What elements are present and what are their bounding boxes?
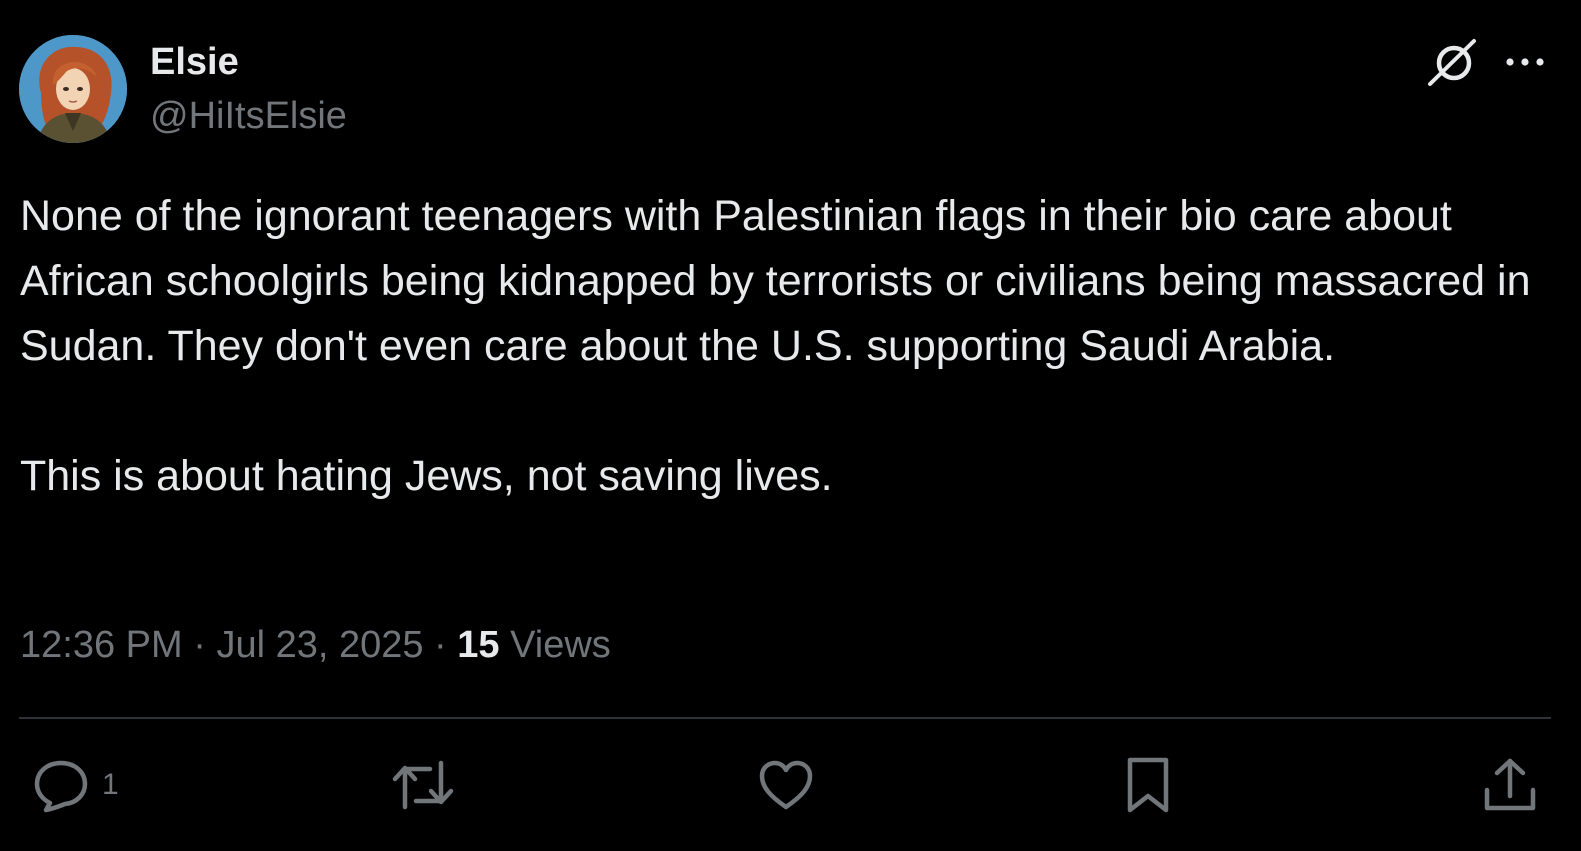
views-count: 15 [457, 624, 500, 666]
reply-button[interactable]: 1 [32, 755, 119, 815]
grok-icon[interactable] [1426, 38, 1480, 88]
avatar[interactable] [19, 35, 127, 143]
reply-count: 1 [102, 768, 119, 801]
tweet-time[interactable]: 12:36 PM [20, 624, 183, 666]
retweet-button[interactable] [392, 755, 454, 815]
avatar-image [19, 35, 127, 143]
like-button[interactable] [758, 755, 814, 815]
reply-icon [34, 760, 88, 813]
bookmark-button[interactable] [1124, 755, 1172, 815]
author-handle[interactable]: @HiItsElsie [150, 94, 347, 138]
more-icon[interactable] [1503, 50, 1547, 74]
like-icon [759, 760, 813, 810]
meta-separator: · [182, 624, 217, 666]
meta-separator: · [423, 624, 458, 666]
divider [19, 717, 1551, 719]
share-icon [1484, 758, 1536, 811]
tweet-text: None of the ignorant teenagers with Pale… [20, 192, 1531, 500]
tweet-meta: 12:36 PM · Jul 23, 2025 · 15 Views [20, 620, 611, 670]
author-display-name[interactable]: Elsie [150, 40, 239, 84]
share-button[interactable] [1482, 755, 1538, 815]
bookmark-icon [1127, 757, 1169, 813]
tweet-date[interactable]: Jul 23, 2025 [216, 624, 423, 666]
views-label: Views [499, 624, 611, 666]
retweet-icon [392, 760, 454, 810]
